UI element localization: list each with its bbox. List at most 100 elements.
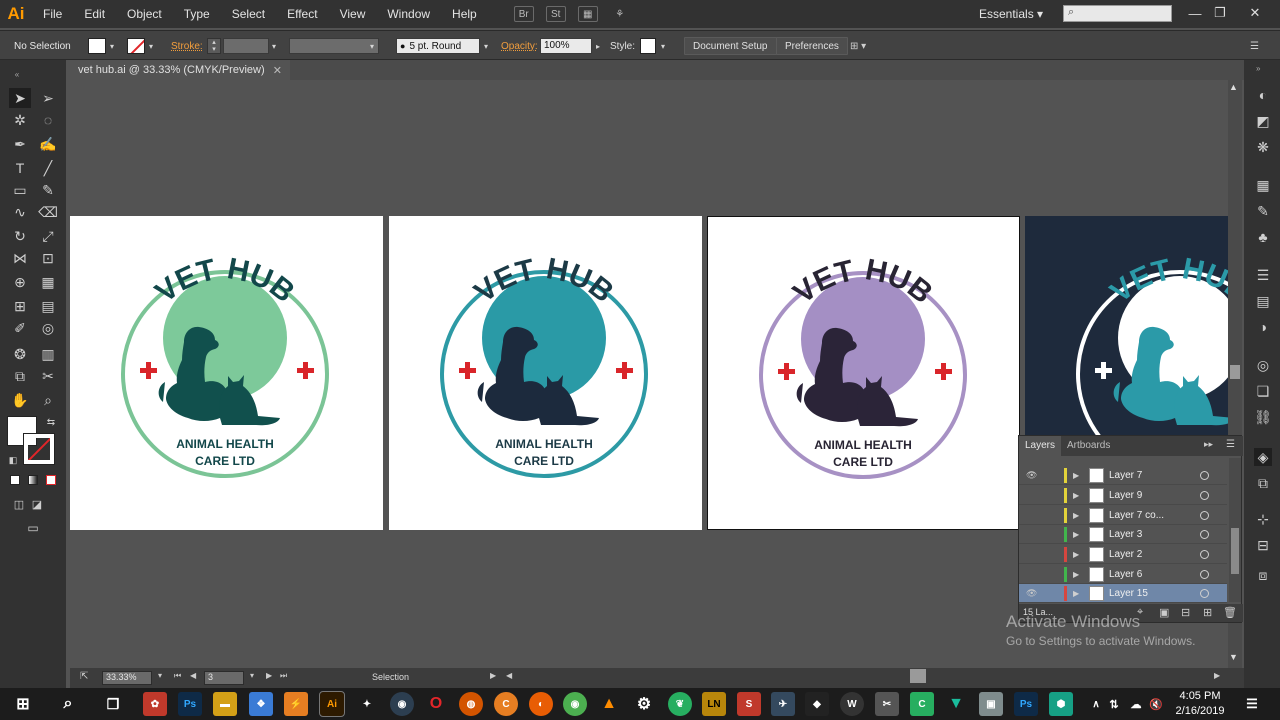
- eye-icon[interactable]: 👁: [1026, 588, 1038, 599]
- stroke-color-swatch[interactable]: [23, 433, 55, 465]
- menu-view[interactable]: View: [329, 0, 377, 28]
- close-window-icon[interactable]: ✕: [1240, 0, 1270, 26]
- eyedropper-tool-icon[interactable]: ✐: [9, 318, 31, 338]
- chevron-down-icon[interactable]: ▾: [661, 42, 665, 51]
- prev-artboard-icon[interactable]: ◀: [190, 671, 196, 680]
- taskbar-clock[interactable]: 4:05 PM 2/16/2019: [1168, 688, 1232, 720]
- symbol-sprayer-tool-icon[interactable]: ❂: [9, 344, 31, 364]
- arrange-icon[interactable]: ⊞ ▾: [850, 37, 866, 55]
- scroll-down-icon[interactable]: ▼: [1229, 652, 1238, 662]
- app-icon[interactable]: ◆: [805, 692, 829, 716]
- rotate-tool-icon[interactable]: ↻: [9, 226, 31, 246]
- scale-tool-icon[interactable]: ⤢: [37, 226, 59, 246]
- menu-help[interactable]: Help: [441, 0, 488, 28]
- status-menu-icon[interactable]: ▶: [490, 671, 496, 680]
- next-artboard-icon[interactable]: ▶: [266, 671, 272, 680]
- delete-layer-icon[interactable]: 🗑: [1223, 606, 1237, 619]
- photoshop-icon[interactable]: Ps: [1014, 692, 1038, 716]
- chevron-right-icon[interactable]: ▸: [596, 42, 600, 51]
- shape-builder-tool-icon[interactable]: ⊕: [9, 272, 31, 292]
- chrome-icon[interactable]: ◉: [563, 692, 587, 716]
- selection-tool-icon[interactable]: ➤: [9, 88, 31, 108]
- slice-tool-icon[interactable]: ✂: [37, 366, 59, 386]
- transform-icon[interactable]: ⊹: [1254, 510, 1272, 528]
- notification-icon[interactable]: ☰: [1240, 692, 1264, 716]
- brush-select[interactable]: ● 5 pt. Round: [396, 38, 480, 54]
- artboard-number-field[interactable]: 3: [204, 671, 244, 685]
- stroke-panel-icon[interactable]: ☰: [1254, 266, 1272, 284]
- expand-triangle-icon[interactable]: ▶: [1073, 491, 1079, 500]
- perspective-grid-tool-icon[interactable]: ▦: [37, 272, 59, 292]
- menu-select[interactable]: Select: [221, 0, 276, 28]
- chevron-down-icon[interactable]: ▾: [272, 42, 276, 51]
- shaper-tool-icon[interactable]: ∿: [9, 202, 31, 222]
- menu-file[interactable]: File: [32, 0, 73, 28]
- blend-tool-icon[interactable]: ◎: [37, 318, 59, 338]
- align-icon[interactable]: ⊟: [1254, 536, 1272, 554]
- app-icon[interactable]: C: [494, 692, 518, 716]
- style-swatch[interactable]: [640, 38, 656, 54]
- artboard-1[interactable]: VET HUB ANIMAL HEALTH CARE LTD: [70, 216, 383, 530]
- app-icon[interactable]: ⚡: [284, 692, 308, 716]
- type-tool-icon[interactable]: T: [9, 158, 31, 178]
- target-icon[interactable]: [1200, 549, 1209, 559]
- opera-icon[interactable]: O: [424, 692, 448, 716]
- app-icon[interactable]: ✦: [355, 692, 379, 716]
- target-icon[interactable]: [1200, 470, 1209, 480]
- menu-object[interactable]: Object: [116, 0, 173, 28]
- gpu-performance-icon[interactable]: ⚘: [610, 6, 630, 22]
- drawing-modes-icon[interactable]: ◪: [26, 494, 48, 514]
- layers-icon[interactable]: ◈: [1254, 448, 1272, 466]
- app-icon[interactable]: ❦: [668, 692, 692, 716]
- task-view-icon[interactable]: ❐: [101, 692, 125, 716]
- color-themes-icon[interactable]: ❋: [1254, 138, 1272, 156]
- artboard-tool-icon[interactable]: ⧉: [9, 366, 31, 386]
- tab-layers[interactable]: Layers: [1019, 436, 1062, 456]
- app-icon[interactable]: ◍: [459, 692, 483, 716]
- app-icon[interactable]: ✿: [143, 692, 167, 716]
- swatches-icon[interactable]: ▦: [1254, 176, 1272, 194]
- transparency-icon[interactable]: ◑: [1254, 318, 1272, 336]
- lasso-tool-icon[interactable]: ◌: [37, 110, 59, 130]
- stroke-stepper[interactable]: ▴ ▾: [207, 38, 221, 54]
- mesh-tool-icon[interactable]: ⊞: [9, 296, 31, 316]
- app-icon[interactable]: LN: [702, 692, 726, 716]
- pen-tool-icon[interactable]: ✒: [9, 134, 31, 154]
- color-panel-icon[interactable]: ◐: [1254, 86, 1272, 104]
- workspace-switcher[interactable]: Essentials ▾: [979, 0, 1043, 28]
- layers-scrollbar[interactable]: [1229, 458, 1241, 602]
- expand-triangle-icon[interactable]: ▶: [1073, 550, 1079, 559]
- photoshop-icon[interactable]: Ps: [178, 692, 202, 716]
- gradient-mode-icon[interactable]: [28, 475, 38, 485]
- target-icon[interactable]: [1200, 588, 1209, 598]
- tab-artboards[interactable]: Artboards: [1061, 436, 1116, 456]
- layer-row[interactable]: ▶ Layer 9: [1019, 486, 1227, 505]
- search-icon[interactable]: ⌕: [56, 692, 80, 716]
- artboard-2[interactable]: VET HUB ANIMAL HEALTH CARE LTD: [389, 216, 702, 530]
- menu-type[interactable]: Type: [173, 0, 221, 28]
- stock-icon[interactable]: St: [545, 6, 566, 22]
- stroke-weight-field[interactable]: [223, 38, 269, 54]
- layers-scroll-thumb[interactable]: [1231, 528, 1239, 574]
- expand-triangle-icon[interactable]: ▶: [1073, 589, 1079, 598]
- line-tool-icon[interactable]: ╱: [37, 158, 59, 178]
- expand-triangle-icon[interactable]: ▶: [1073, 471, 1079, 480]
- firefox-icon[interactable]: ◐: [529, 692, 553, 716]
- target-icon[interactable]: [1200, 569, 1209, 579]
- illustrator-icon[interactable]: Ai: [319, 691, 345, 717]
- artboard-3[interactable]: VET HUB ANIMAL HEALTH CARE LTD: [707, 216, 1020, 530]
- color-mode-icon[interactable]: [10, 475, 20, 485]
- expand-triangle-icon[interactable]: ▶: [1073, 570, 1079, 579]
- restore-icon[interactable]: ❐: [1205, 0, 1235, 26]
- layer-row-selected[interactable]: 👁 ▶ Layer 15: [1019, 584, 1227, 603]
- menu-effect[interactable]: Effect: [276, 0, 328, 28]
- graphic-styles-icon[interactable]: ❏: [1254, 382, 1272, 400]
- stroke-swatch[interactable]: [127, 38, 145, 54]
- volume-icon[interactable]: 🔇: [1144, 692, 1168, 716]
- hand-tool-icon[interactable]: ✋: [9, 390, 31, 410]
- none-mode-icon[interactable]: [46, 475, 56, 485]
- app-icon[interactable]: S: [737, 692, 761, 716]
- color-guide-icon[interactable]: ◩: [1254, 112, 1272, 130]
- eraser-tool-icon[interactable]: ⌫: [37, 202, 59, 222]
- app-icon[interactable]: ⬢: [1049, 692, 1073, 716]
